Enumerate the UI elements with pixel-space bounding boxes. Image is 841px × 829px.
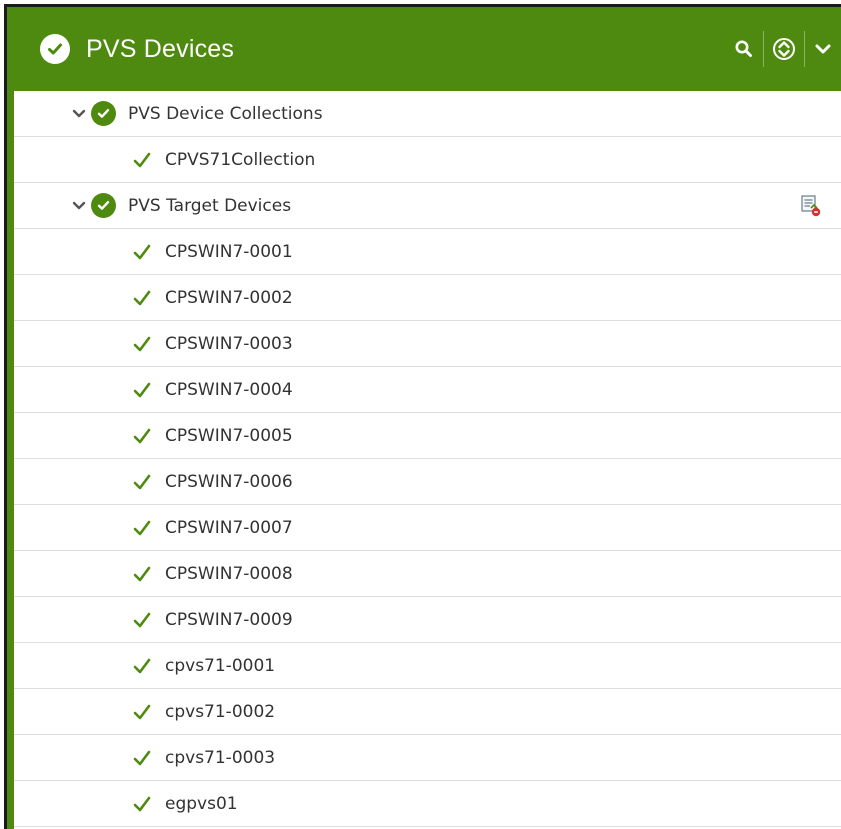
checkmark-icon: [131, 472, 153, 492]
pvs-devices-panel: PVS Devices PVS Device Collections CPVS7…: [7, 7, 841, 829]
tree-group-label: PVS Device Collections: [128, 103, 323, 124]
chevron-down-icon[interactable]: [70, 197, 88, 215]
device-tree: PVS Device Collections CPVS71Collection …: [14, 91, 841, 827]
tree-leaf-item[interactable]: egpvs01: [14, 781, 841, 827]
tree-leaf-item[interactable]: CPSWIN7-0007: [14, 505, 841, 551]
tree-leaf-label: CPSWIN7-0009: [165, 609, 293, 630]
chevron-down-icon[interactable]: [70, 105, 88, 123]
tree-leaf-label: cpvs71-0003: [165, 747, 276, 768]
panel-header: PVS Devices: [14, 7, 841, 91]
tree-group-device-collections[interactable]: PVS Device Collections: [14, 91, 841, 137]
checkmark-icon: [131, 610, 153, 630]
tree-leaf-item[interactable]: CPSWIN7-0005: [14, 413, 841, 459]
checkmark-icon: [131, 656, 153, 676]
tree-leaf-label: CPSWIN7-0004: [165, 379, 293, 400]
checkmark-icon: [131, 242, 153, 262]
tree-leaf-label: CPSWIN7-0005: [165, 425, 293, 446]
tree-leaf-label: CPSWIN7-0006: [165, 471, 293, 492]
tree-leaf-item[interactable]: CPSWIN7-0009: [14, 597, 841, 643]
tree-group-target-devices[interactable]: PVS Target Devices: [14, 183, 841, 229]
status-ok-icon: [91, 193, 116, 218]
checkmark-icon: [131, 518, 153, 538]
tree-leaf-item[interactable]: CPSWIN7-0006: [14, 459, 841, 505]
checkmark-icon: [131, 748, 153, 768]
checkmark-icon: [131, 426, 153, 446]
checkmark-icon: [131, 150, 153, 170]
status-ok-icon: [40, 34, 70, 64]
tree-leaf-item[interactable]: CPSWIN7-0003: [14, 321, 841, 367]
tree-leaf-label: CPSWIN7-0003: [165, 333, 293, 354]
tree-leaf-label: CPSWIN7-0007: [165, 517, 293, 538]
tree-leaf-label: CPSWIN7-0001: [165, 241, 293, 262]
tree-leaf-item[interactable]: CPSWIN7-0008: [14, 551, 841, 597]
checkmark-icon: [131, 564, 153, 584]
tree-leaf-item[interactable]: CPSWIN7-0002: [14, 275, 841, 321]
tree-leaf-item[interactable]: cpvs71-0001: [14, 643, 841, 689]
tree-leaf-item[interactable]: CPSWIN7-0004: [14, 367, 841, 413]
checkmark-icon: [131, 794, 153, 814]
tree-group-label: PVS Target Devices: [128, 195, 292, 216]
tree-leaf-label: cpvs71-0002: [165, 701, 276, 722]
status-ok-icon: [91, 101, 116, 126]
tree-leaf-label: CPVS71Collection: [165, 149, 316, 170]
tree-leaf-label: CPSWIN7-0002: [165, 287, 293, 308]
tree-leaf-label: CPSWIN7-0008: [165, 563, 293, 584]
window-frame: PVS Devices PVS Device Collections CPVS7…: [4, 4, 841, 829]
report-error-icon[interactable]: [799, 194, 823, 218]
sort-updown-icon[interactable]: [764, 29, 804, 69]
checkmark-icon: [131, 380, 153, 400]
checkmark-icon: [131, 288, 153, 308]
tree-leaf-label: cpvs71-0001: [165, 655, 276, 676]
checkmark-icon: [131, 334, 153, 354]
search-icon[interactable]: [725, 29, 763, 69]
tree-leaf-item[interactable]: CPVS71Collection: [14, 137, 841, 183]
panel-title: PVS Devices: [86, 34, 235, 63]
tree-leaf-item[interactable]: CPSWIN7-0001: [14, 229, 841, 275]
header-toolbar: [725, 7, 841, 91]
chevron-down-icon[interactable]: [805, 29, 841, 69]
checkmark-icon: [131, 702, 153, 722]
tree-leaf-item[interactable]: cpvs71-0002: [14, 689, 841, 735]
tree-leaf-item[interactable]: cpvs71-0003: [14, 735, 841, 781]
tree-leaf-label: egpvs01: [165, 793, 238, 814]
